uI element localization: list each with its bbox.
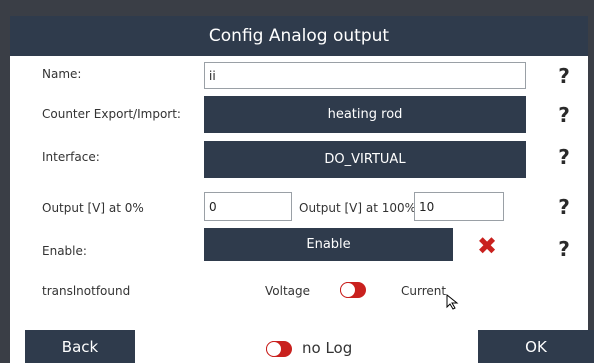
interface-label: Interface: [42, 150, 100, 164]
name-label: Name: [42, 67, 82, 81]
counter-help-icon[interactable]: ? [554, 103, 574, 127]
output-100-value: 10 [419, 199, 435, 214]
enable-button-label: Enable [306, 237, 351, 252]
voltage-label: Voltage [265, 284, 311, 298]
mouse-cursor-icon [446, 294, 459, 310]
toggle-knob [340, 282, 356, 298]
counter-select-value: heating rod [327, 107, 403, 122]
output-0-value: 0 [209, 199, 217, 214]
output-help-icon[interactable]: ? [554, 195, 574, 219]
enable-button[interactable]: Enable [204, 228, 453, 261]
output-100-input[interactable]: 10 [414, 192, 504, 221]
output-0-input[interactable]: 0 [204, 192, 292, 221]
x-mark-icon[interactable]: ✖ [477, 232, 497, 260]
log-toggle-knob [266, 341, 282, 357]
ok-button[interactable]: OK [478, 330, 594, 363]
back-button-label: Back [61, 337, 99, 356]
counter-label: Counter Export/Import: [42, 107, 181, 121]
back-button[interactable]: Back [25, 330, 135, 363]
output-100-label: Output [V] at 100% [299, 201, 417, 215]
interface-help-icon[interactable]: ? [554, 145, 574, 169]
mode-label: translnotfound [42, 284, 131, 298]
name-input-value: ii [209, 68, 216, 83]
interface-select-button[interactable]: DO_VIRTUAL [204, 141, 526, 178]
current-label: Current [401, 284, 447, 298]
log-label: no Log [302, 339, 353, 357]
name-input[interactable]: ii [204, 62, 526, 89]
dialog-title-bar: Config Analog output [10, 16, 588, 56]
interface-select-value: DO_VIRTUAL [324, 152, 406, 167]
enable-label: Enable: [42, 244, 87, 258]
name-help-icon[interactable]: ? [554, 64, 574, 88]
voltage-current-toggle[interactable] [340, 282, 366, 298]
window: Config Analog output Name: ii ? Counter … [0, 0, 594, 363]
ok-button-label: OK [525, 337, 547, 356]
enable-help-icon[interactable]: ? [554, 237, 574, 261]
dialog-title: Config Analog output [208, 26, 390, 46]
log-toggle[interactable] [266, 341, 292, 357]
counter-select-button[interactable]: heating rod [204, 96, 526, 133]
output-0-label: Output [V] at 0% [42, 201, 144, 215]
